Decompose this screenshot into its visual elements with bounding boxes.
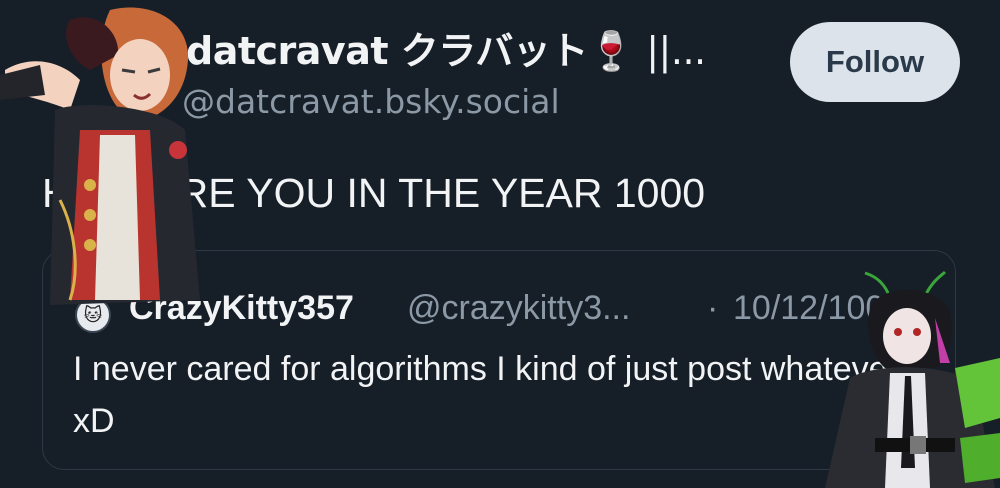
author-name-suffix: 🍷 ||... (587, 29, 706, 73)
post-text: HOW ARE YOU IN THE YEAR 1000 (42, 170, 706, 216)
quote-text: I never cared for algorithms I kind of j… (73, 350, 899, 440)
quote-avatar[interactable]: 🐱 (75, 297, 111, 333)
author-handle[interactable]: @datcravat.bsky.social (182, 82, 560, 121)
follow-button[interactable]: Follow (790, 22, 960, 102)
cat-face-icon: 🐱 (83, 304, 103, 326)
quote-author-handle[interactable]: @crazykitty3... (407, 289, 630, 328)
author-name-text: datcravat クラバット (186, 29, 588, 73)
quoted-post[interactable]: 🐱 CrazyKitty357 @crazykitty3... · 10/12/… (42, 250, 956, 470)
author-display-name[interactable]: datcravat クラバット🍷 ||... (186, 20, 706, 75)
quote-separator: · (707, 289, 719, 327)
quote-date[interactable]: 10/12/1000 (733, 289, 903, 328)
post-card: datcravat クラバット🍷 ||... @datcravat.bsky.s… (0, 0, 1000, 488)
quote-author-name[interactable]: CrazyKitty357 (129, 289, 354, 328)
